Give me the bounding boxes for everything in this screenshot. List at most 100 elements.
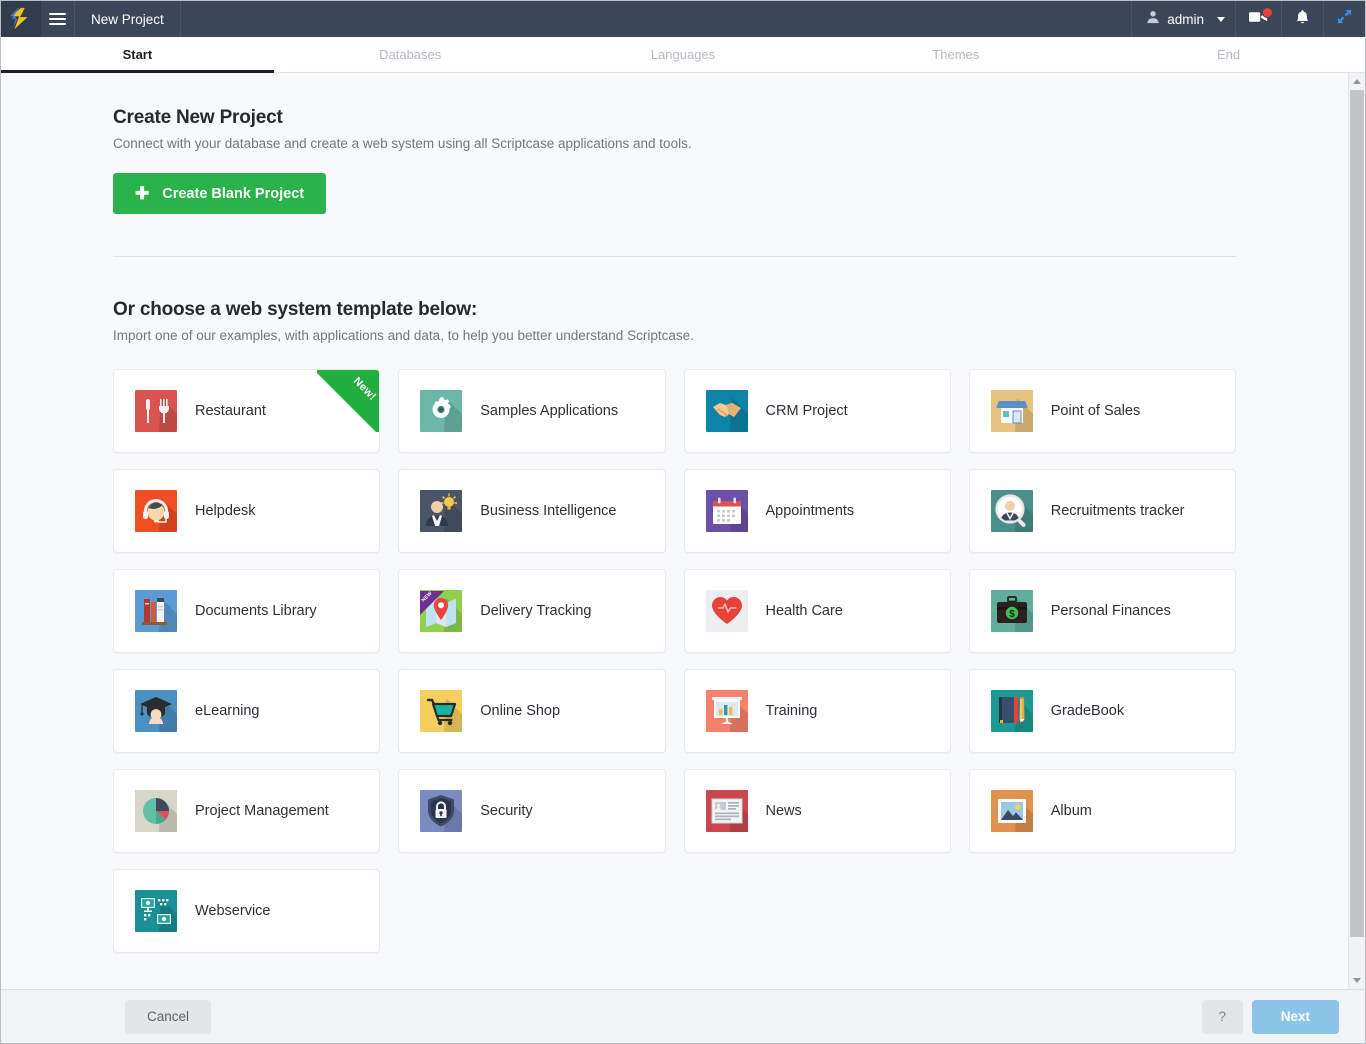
briefcase-money-icon: $ xyxy=(990,590,1033,632)
tab-themes-label: Themes xyxy=(932,47,980,62)
template-card-label: Business Intelligence xyxy=(480,503,617,519)
template-card[interactable]: Album xyxy=(968,769,1236,853)
scroll-down-arrow-icon xyxy=(1353,978,1361,983)
template-card[interactable]: Online Shop xyxy=(398,669,666,753)
calendar-icon xyxy=(705,490,748,532)
template-card[interactable]: Restaurant New! xyxy=(113,369,381,453)
template-card-label: Online Shop xyxy=(480,703,561,719)
shopping-cart-icon xyxy=(420,690,463,732)
tab-languages-label: Languages xyxy=(650,47,716,62)
heart-pulse-icon xyxy=(705,590,748,632)
expand-fullscreen-button[interactable] xyxy=(1323,1,1365,37)
create-blank-project-button[interactable]: ✚ Create Blank Project xyxy=(113,173,327,214)
create-blank-project-label: Create Blank Project xyxy=(162,185,305,202)
notebook-pencil-icon xyxy=(990,690,1033,732)
template-card[interactable]: Recruitments tracker xyxy=(968,469,1236,553)
tab-themes[interactable]: Themes xyxy=(819,37,1092,72)
hamburger-bars xyxy=(49,10,66,28)
businessman-idea-icon xyxy=(420,490,463,532)
project-name-label[interactable]: New Project xyxy=(75,1,181,37)
template-card[interactable]: Samples Applications xyxy=(398,369,666,453)
restaurant-icon xyxy=(135,390,177,432)
newspaper-icon xyxy=(705,790,748,832)
template-card-label: Delivery Tracking xyxy=(480,603,592,619)
wizard-step-tabs: Start Databases Languages Themes End xyxy=(1,37,1365,73)
tab-languages[interactable]: Languages xyxy=(547,37,820,72)
section-divider xyxy=(113,256,1236,257)
template-card-label: eLearning xyxy=(195,703,260,719)
create-project-subtitle: Connect with your database and create a … xyxy=(113,136,692,151)
person-magnifier-icon xyxy=(990,490,1033,532)
templates-title: Or choose a web system template below: xyxy=(113,299,478,320)
template-card-label: News xyxy=(765,803,802,819)
network-monitors-icon xyxy=(135,890,177,932)
template-card[interactable]: GradeBook xyxy=(968,669,1236,753)
template-card[interactable]: $ Personal Finances xyxy=(968,569,1236,653)
cancel-button[interactable]: Cancel xyxy=(125,999,212,1034)
template-card[interactable]: CRM Project xyxy=(683,369,951,453)
map-pin-icon xyxy=(420,590,463,632)
user-name-label: admin xyxy=(1167,11,1204,27)
template-card[interactable]: Health Care xyxy=(683,569,951,653)
template-card-label: Documents Library xyxy=(195,603,317,619)
template-card-label: Health Care xyxy=(765,603,843,619)
tab-start[interactable]: Start xyxy=(1,37,274,73)
notification-badge xyxy=(1262,7,1273,18)
storefront-icon xyxy=(990,390,1033,432)
template-card[interactable]: Security xyxy=(398,769,666,853)
body-wrapper: Create New Project Connect with your dat… xyxy=(1,73,1365,989)
template-card-label: Training xyxy=(765,703,818,719)
scriptcase-new-project-window: New Project admin Start Databases Langua… xyxy=(0,0,1366,1044)
notifications-button[interactable] xyxy=(1281,1,1323,37)
main-content: Create New Project Connect with your dat… xyxy=(1,73,1348,977)
user-menu-button[interactable]: admin xyxy=(1131,1,1235,37)
template-card[interactable]: Documents Library xyxy=(113,569,381,653)
tab-end[interactable]: End xyxy=(1092,37,1365,72)
tab-end-label: End xyxy=(1217,47,1241,62)
scroll-area: Create New Project Connect with your dat… xyxy=(1,73,1348,989)
pie-chart-icon xyxy=(135,790,177,832)
shield-lock-icon xyxy=(420,790,463,832)
template-card-label: CRM Project xyxy=(765,403,848,419)
tab-start-label: Start xyxy=(122,47,153,62)
template-card[interactable]: News xyxy=(683,769,951,853)
create-project-section: Create New Project Connect with your dat… xyxy=(113,107,1236,214)
plus-icon: ✚ xyxy=(135,184,150,203)
hamburger-menu-icon[interactable] xyxy=(41,1,75,37)
template-card-label: Point of Sales xyxy=(1050,403,1141,419)
scroll-down-button[interactable] xyxy=(1349,972,1365,989)
scrollbar-track[interactable] xyxy=(1349,90,1365,972)
video-camera-button[interactable] xyxy=(1235,1,1281,37)
tab-databases[interactable]: Databases xyxy=(274,37,547,72)
templates-subtitle: Import one of our examples, with applica… xyxy=(113,328,694,343)
scroll-up-button[interactable] xyxy=(1349,73,1365,90)
photo-image-icon xyxy=(990,790,1033,832)
template-card[interactable]: Business Intelligence xyxy=(398,469,666,553)
new-badge-ribbon: New! xyxy=(317,370,380,432)
footer-bar: Cancel ? Next xyxy=(1,989,1365,1043)
user-icon xyxy=(1146,10,1160,29)
template-card[interactable]: Appointments xyxy=(683,469,951,553)
scriptcase-logo-icon[interactable] xyxy=(1,1,41,37)
scrollbar-thumb[interactable] xyxy=(1350,90,1364,937)
expand-fullscreen-icon xyxy=(1337,9,1352,29)
ribbon-label: New! xyxy=(350,375,379,403)
template-card-label: Recruitments tracker xyxy=(1050,503,1185,519)
template-card[interactable]: Project Management xyxy=(113,769,381,853)
template-card[interactable]: Helpdesk xyxy=(113,469,381,553)
template-card[interactable]: Delivery Tracking NEW xyxy=(398,569,666,653)
graduation-cap-icon xyxy=(135,690,177,732)
vertical-scrollbar[interactable] xyxy=(1348,73,1365,989)
template-card[interactable]: eLearning xyxy=(113,669,381,753)
template-card-label: Appointments xyxy=(765,503,855,519)
templates-section: Or choose a web system template below: I… xyxy=(113,299,1236,953)
next-button[interactable]: Next xyxy=(1251,999,1339,1034)
template-card-label: Helpdesk xyxy=(195,503,256,519)
template-grid: Restaurant New! Samples Applications CRM Pr… xyxy=(113,369,1236,953)
template-card[interactable]: Training xyxy=(683,669,951,753)
chevron-down-icon xyxy=(1217,16,1225,22)
help-button[interactable]: ? xyxy=(1201,999,1243,1034)
template-card[interactable]: Point of Sales xyxy=(968,369,1236,453)
template-card[interactable]: Webservice xyxy=(113,869,381,953)
